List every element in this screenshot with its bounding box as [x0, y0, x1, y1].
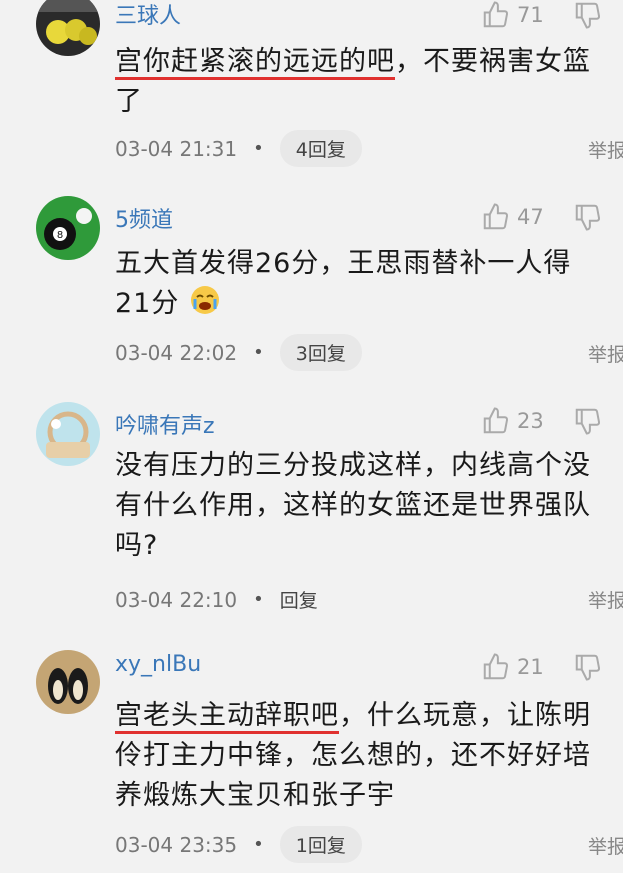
- thumbs-down-icon: [575, 408, 601, 435]
- comment-text: 宫老头主动辞职吧，什么玩意，让陈明伶打主力中锋，怎么想的，还不好好培养煅炼大宝贝…: [115, 696, 605, 816]
- username[interactable]: 5频道: [115, 202, 173, 234]
- separator: •: [253, 138, 264, 159]
- comment-text: 五大首发得26分，王思雨替补一人得21分: [115, 244, 605, 324]
- underlined-text: 宫老头主动辞职吧: [115, 700, 339, 734]
- comment-text: 宫你赶紧滚的远远的吧，不要祸害女篮了: [115, 42, 605, 122]
- username[interactable]: 吟啸有声z: [115, 408, 215, 440]
- timestamp: 03-04 23:35: [115, 832, 238, 857]
- comment-meta: 03-04 22:10 • 回复: [115, 586, 318, 613]
- report-button[interactable]: 举报: [588, 136, 623, 163]
- like-button[interactable]: 21: [481, 652, 544, 682]
- report-button[interactable]: 举报: [588, 340, 623, 367]
- avatar[interactable]: [36, 650, 100, 714]
- thumbs-down-icon: [575, 654, 601, 681]
- dislike-button[interactable]: [573, 652, 603, 682]
- reply-button[interactable]: 4回复: [279, 130, 362, 167]
- dislike-button[interactable]: [573, 202, 603, 232]
- separator: •: [253, 834, 264, 855]
- like-count: 47: [517, 205, 544, 229]
- thumbs-up-icon: [483, 653, 509, 680]
- reply-button[interactable]: 1回复: [279, 826, 362, 863]
- underlined-text: 宫你赶紧滚的远远的吧: [115, 46, 395, 80]
- username[interactable]: 三球人: [115, 0, 181, 30]
- thumbs-down-icon: [575, 204, 601, 231]
- comment-text-main: 五大首发得26分，王思雨替补一人得21分: [115, 248, 572, 319]
- comment-meta: 03-04 21:31 • 4回复: [115, 130, 362, 167]
- report-button[interactable]: 举报: [588, 586, 623, 613]
- like-count: 21: [517, 655, 544, 679]
- timestamp: 03-04 22:10: [115, 587, 238, 612]
- thumbs-down-icon: [575, 2, 601, 29]
- reply-button[interactable]: 3回复: [279, 334, 362, 371]
- report-button[interactable]: 举报: [588, 832, 623, 859]
- reply-button[interactable]: 回复: [280, 586, 318, 613]
- like-count: 71: [517, 3, 544, 27]
- comment-text: 没有压力的三分投成这样，内线高个没有什么作用，这样的女篮还是世界强队吗?: [115, 450, 591, 561]
- separator: •: [253, 342, 264, 363]
- dislike-button[interactable]: [573, 406, 603, 436]
- avatar[interactable]: [36, 402, 100, 466]
- thumbs-up-icon: [483, 407, 509, 434]
- dislike-button[interactable]: [573, 0, 603, 30]
- timestamp: 03-04 21:31: [115, 136, 238, 161]
- like-count: 23: [517, 409, 544, 433]
- avatar[interactable]: [36, 0, 100, 56]
- avatar[interactable]: 8: [36, 196, 100, 260]
- username[interactable]: xy_nlBu: [115, 652, 201, 677]
- crying-emoji-icon: [189, 284, 221, 316]
- thumbs-up-icon: [483, 203, 509, 230]
- svg-text:8: 8: [57, 230, 63, 241]
- like-button[interactable]: 23: [481, 406, 544, 436]
- comment-meta: 03-04 22:02 • 3回复: [115, 334, 362, 371]
- separator: •: [253, 589, 264, 610]
- comment-meta: 03-04 23:35 • 1回复: [115, 826, 362, 863]
- thumbs-up-icon: [483, 1, 509, 28]
- like-button[interactable]: 71: [481, 0, 544, 30]
- timestamp: 03-04 22:02: [115, 340, 238, 365]
- like-button[interactable]: 47: [481, 202, 544, 232]
